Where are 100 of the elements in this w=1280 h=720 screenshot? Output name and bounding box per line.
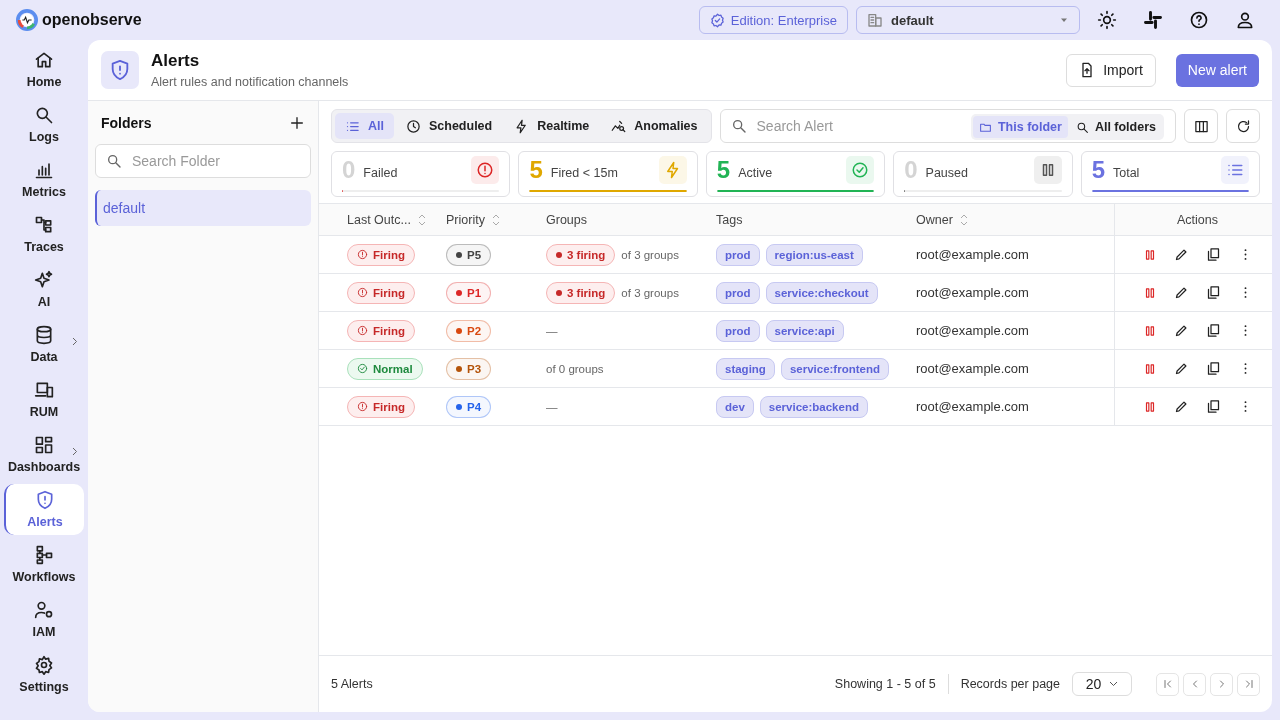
owner-text: root@example.com xyxy=(916,323,1029,338)
shield-alert-icon xyxy=(35,490,55,510)
sort-icon xyxy=(417,213,426,226)
nav-item[interactable]: Workflows xyxy=(4,539,84,590)
sparkles-icon xyxy=(34,270,54,290)
shield-icon xyxy=(109,59,131,81)
settings-icon xyxy=(34,655,54,675)
folders-title: Folders xyxy=(101,115,152,131)
hash-grid-icon xyxy=(1143,10,1163,30)
tag-chip: prod xyxy=(716,281,760,304)
add-folder-button[interactable] xyxy=(289,115,305,131)
priority-badge: P5 xyxy=(446,243,492,266)
pencil-icon xyxy=(1174,285,1189,300)
copy-icon xyxy=(1206,399,1221,414)
search-icon xyxy=(730,118,747,134)
records-per-page-select[interactable]: 20 xyxy=(1072,672,1132,696)
groups-text: of 3 groups xyxy=(621,286,679,299)
pencil-icon xyxy=(1174,247,1189,262)
chevron-icon xyxy=(72,447,78,456)
dashboard-icon xyxy=(34,435,54,455)
copy-icon xyxy=(1206,285,1221,300)
import-button[interactable]: Import xyxy=(1066,53,1156,87)
pagination-info: Showing 1 - 5 of 5 xyxy=(834,677,936,691)
stat-label: Failed xyxy=(363,164,399,180)
column-header[interactable]: Owner xyxy=(916,212,968,227)
nav-item[interactable]: AI xyxy=(4,264,84,315)
nav-item[interactable]: Settings xyxy=(4,649,84,700)
scope-toggle[interactable]: This folder xyxy=(972,116,1068,138)
filter-tab[interactable]: Scheduled xyxy=(396,113,503,139)
groups-text: of 0 groups xyxy=(546,362,604,375)
column-header: Tags xyxy=(716,212,743,227)
check-circle-icon xyxy=(357,363,368,374)
help-icon xyxy=(1189,10,1209,30)
status-badge: Firing xyxy=(347,243,415,266)
filter-tab[interactable]: Anomalies xyxy=(601,113,708,139)
columns-button[interactable] xyxy=(1184,109,1218,143)
priority-badge: P3 xyxy=(446,357,492,380)
priority-badge: P2 xyxy=(446,319,492,342)
chevron-icon xyxy=(72,337,78,346)
search-icon xyxy=(1075,120,1089,134)
alert-circle-icon xyxy=(357,325,368,336)
tag-chip: dev xyxy=(716,395,754,418)
brand-name: openobserve xyxy=(42,11,142,29)
folder-item[interactable]: default xyxy=(95,190,311,226)
tag-chip: staging xyxy=(716,357,775,380)
status-badge: Firing xyxy=(347,395,415,418)
column-header: Groups xyxy=(546,212,587,227)
owner-text: root@example.com xyxy=(916,399,1029,414)
nav-item[interactable]: IAM xyxy=(4,594,84,645)
sort-icon xyxy=(491,213,500,226)
user-icon xyxy=(1235,10,1255,30)
stat-label: Total xyxy=(1113,164,1141,180)
scope-toggle[interactable]: All folders xyxy=(1069,116,1162,138)
priority-badge: P1 xyxy=(446,281,492,304)
copy-icon xyxy=(1206,323,1221,338)
new-alert-button[interactable]: New alert xyxy=(1175,53,1259,87)
nav-item[interactable]: Metrics xyxy=(4,154,84,205)
stat-label: Fired < 15m xyxy=(550,164,619,180)
alert-circle-icon xyxy=(357,249,368,260)
stat-count: 5 xyxy=(1091,156,1105,184)
pencil-icon xyxy=(1174,361,1189,376)
status-badge: Firing xyxy=(347,319,415,342)
nav-item[interactable]: Traces xyxy=(4,209,84,260)
records-per-page-label: Records per page xyxy=(960,677,1060,691)
refresh-icon xyxy=(1235,118,1251,134)
alert-count: 5 Alerts xyxy=(331,677,373,691)
workflow-icon xyxy=(34,545,54,565)
pencil-icon xyxy=(1174,323,1189,338)
tag-chip: service:backend xyxy=(759,395,868,418)
tag-chip: prod xyxy=(716,243,760,266)
filter-tab[interactable]: All xyxy=(335,113,394,139)
folder-search-field[interactable]: Search Folder xyxy=(95,144,311,178)
sun-icon xyxy=(1097,10,1117,30)
owner-text: root@example.com xyxy=(916,361,1029,376)
plus-icon xyxy=(289,115,305,131)
nav-item[interactable]: Data xyxy=(4,319,84,370)
badge-check-icon xyxy=(709,12,725,28)
hierarchy-icon xyxy=(34,215,54,235)
firing-badge: 3 firing xyxy=(546,243,616,266)
database-icon xyxy=(34,325,54,345)
tag-chip: region:us-east xyxy=(765,243,863,266)
columns-icon xyxy=(1193,118,1209,134)
nav-item[interactable]: Dashboards xyxy=(4,429,84,480)
organization-select[interactable]: default xyxy=(856,6,1080,34)
nav-item[interactable]: Alerts xyxy=(4,484,84,535)
copy-icon xyxy=(1206,361,1221,376)
alert-circle-icon xyxy=(357,401,368,412)
owner-text: root@example.com xyxy=(916,247,1029,262)
refresh-button[interactable] xyxy=(1226,109,1260,143)
groups-text: — xyxy=(546,324,558,337)
edition-badge[interactable]: Edition: Enterprise xyxy=(698,6,848,34)
nav-item[interactable]: Logs xyxy=(4,99,84,150)
firing-badge: 3 firing xyxy=(546,281,616,304)
tag-chip: service:api xyxy=(765,319,844,342)
nav-item[interactable]: Home xyxy=(4,44,84,95)
status-badge: Firing xyxy=(347,281,415,304)
status-badge: Normal xyxy=(347,357,423,380)
stat-label: Active xyxy=(738,164,774,180)
nav-item[interactable]: RUM xyxy=(4,374,84,425)
filter-tab[interactable]: Realtime xyxy=(504,113,600,139)
